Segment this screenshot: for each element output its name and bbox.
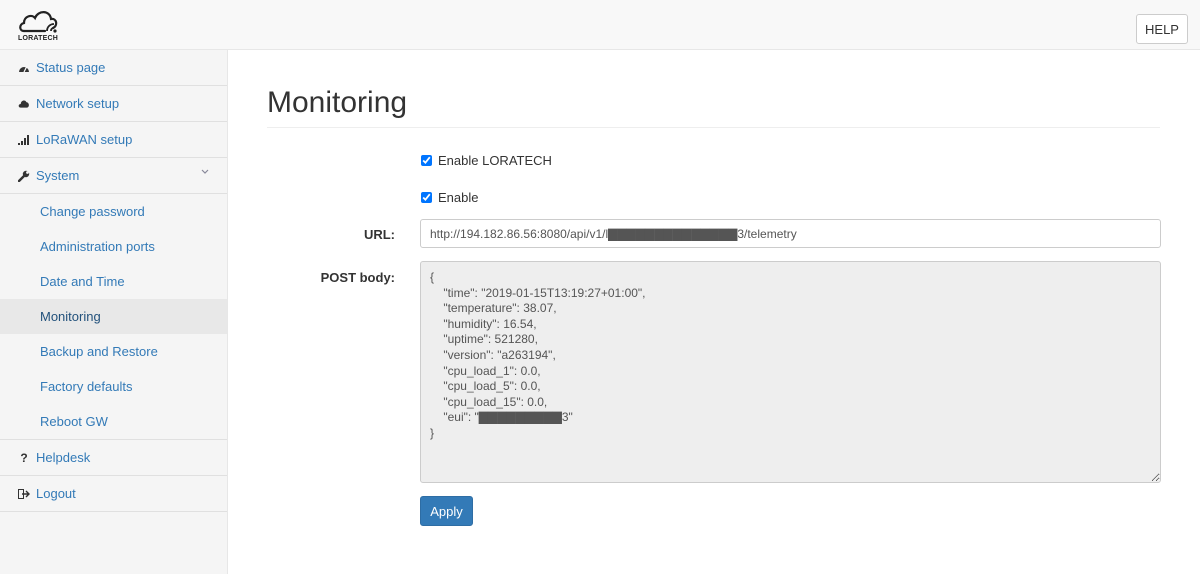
sidebar-item-helpdesk[interactable]: ? Helpdesk [0, 440, 227, 476]
submenu-item-change-password[interactable]: Change password [0, 194, 227, 229]
submenu-item-monitoring[interactable]: Monitoring [0, 299, 227, 334]
logout-icon [18, 488, 30, 499]
top-navbar: LORATECH HELP [0, 0, 1200, 50]
page-title: Monitoring [267, 86, 408, 119]
post-body-label: POST body: [320, 270, 395, 285]
chevron-down-icon [201, 167, 209, 178]
sidebar-item-label: Status page [36, 60, 106, 75]
sidebar-item-label: Helpdesk [36, 450, 91, 465]
url-input[interactable] [420, 219, 1161, 248]
url-label: URL: [363, 227, 395, 242]
submenu-item-date-and-time[interactable]: Date and Time [0, 264, 227, 299]
loratech-logo[interactable]: LORATECH [18, 4, 68, 46]
enable-label: Enable [438, 190, 479, 205]
apply-button[interactable]: Apply [420, 496, 473, 526]
wrench-icon [18, 170, 30, 182]
sidebar-item-lorawan-setup[interactable]: LoRaWAN setup [0, 122, 227, 158]
enable-loratech-checkbox[interactable] [421, 155, 432, 166]
enable-loratech-checkbox-row[interactable]: Enable LORATECH [421, 153, 552, 168]
enable-checkbox[interactable] [421, 192, 432, 203]
sidebar: Status page Network setup LoRaWAN setup … [0, 50, 228, 574]
cloud-logo-icon [19, 11, 58, 33]
title-divider [267, 127, 1160, 128]
enable-loratech-label: Enable LORATECH [438, 153, 552, 168]
sidebar-item-label: System [36, 168, 80, 183]
submenu-item-backup-and-restore[interactable]: Backup and Restore [0, 334, 227, 369]
sidebar-item-label: LoRaWAN setup [36, 132, 133, 147]
sidebar-item-network-setup[interactable]: Network setup [0, 86, 227, 122]
question-icon: ? [20, 450, 28, 465]
signal-icon [18, 134, 30, 145]
sidebar-item-logout[interactable]: Logout [0, 476, 227, 512]
enable-checkbox-row[interactable]: Enable [421, 190, 478, 205]
main-content: Monitoring Enable LORATECH Enable URL: P… [228, 50, 1200, 574]
cloud-icon [18, 99, 30, 108]
sidebar-item-system[interactable]: System [0, 158, 227, 194]
submenu-item-factory-defaults[interactable]: Factory defaults [0, 369, 227, 404]
system-submenu: Change password Administration ports Dat… [0, 194, 227, 440]
sidebar-item-status-page[interactable]: Status page [0, 50, 227, 86]
submenu-item-administration-ports[interactable]: Administration ports [0, 229, 227, 264]
post-body-textarea[interactable]: { "time": "2019-01-15T13:19:27+01:00", "… [420, 261, 1161, 483]
help-button[interactable]: HELP [1136, 14, 1188, 44]
dashboard-icon [18, 63, 30, 73]
logo-text: LORATECH [18, 35, 58, 42]
sidebar-item-label: Network setup [36, 96, 120, 111]
submenu-item-reboot-gw[interactable]: Reboot GW [0, 404, 227, 439]
sidebar-item-label: Logout [36, 486, 76, 501]
